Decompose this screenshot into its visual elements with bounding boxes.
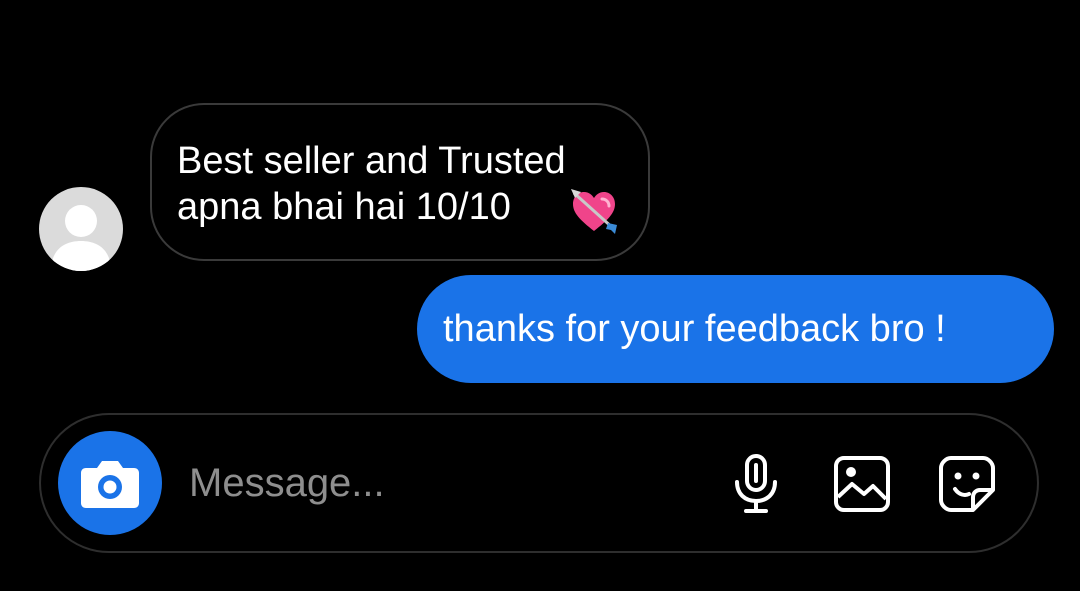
message-input[interactable] [189, 453, 689, 513]
outgoing-message-bubble[interactable]: thanks for your feedback bro ! [417, 275, 1054, 383]
microphone-icon[interactable] [725, 453, 787, 515]
camera-button[interactable] [58, 431, 162, 535]
sticker-icon[interactable] [936, 453, 998, 515]
sender-avatar[interactable] [39, 187, 123, 271]
incoming-message-text: Best seller and Trusted apna bhai hai 10… [177, 140, 566, 228]
heart-with-arrow-emoji [571, 189, 617, 234]
gallery-icon[interactable] [831, 453, 893, 515]
default-profile-icon [51, 205, 111, 271]
incoming-message-bubble[interactable]: Best seller and Trusted apna bhai hai 10… [150, 103, 650, 261]
message-composer [39, 413, 1039, 553]
camera-icon [81, 461, 139, 508]
